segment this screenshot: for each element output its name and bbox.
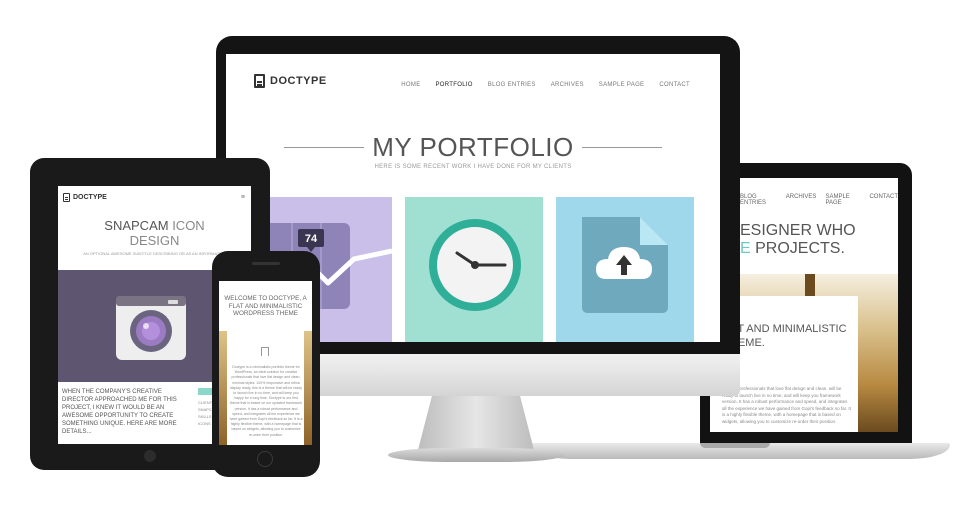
nav-archives[interactable]: ARCHIVES xyxy=(551,82,584,88)
bookmark-icon xyxy=(261,347,269,356)
tablet-title-line2: DESIGN xyxy=(129,233,180,248)
portfolio-tile-cloud[interactable] xyxy=(556,197,694,342)
tablet-body-text: WHEN THE COMPANY'S CREATIVE DIRECTOR APP… xyxy=(62,389,177,435)
responsive-devices-mockup: BLOG ENTRIES ARCHIVES SAMPLE PAGE CONTAC… xyxy=(0,0,974,511)
title-divider-right xyxy=(581,147,662,148)
chart-value-label: 74 xyxy=(305,233,318,245)
tablet-home-button[interactable] xyxy=(144,450,156,462)
portfolio-tile-clock[interactable] xyxy=(405,197,543,342)
laptop-card-text: creative professionals that love flat de… xyxy=(722,386,851,424)
phone-speaker xyxy=(252,262,280,265)
laptop-heading: ESIGNER WHO E PROJECTS. xyxy=(740,222,856,258)
tablet-logo-text: DOCTYPE xyxy=(73,194,107,201)
phone-title: WELCOME TO DOCTYPE, A FLAT AND MINIMALIS… xyxy=(224,295,307,317)
tablet-title-b: ICON xyxy=(168,218,205,233)
nav-home[interactable]: HOME xyxy=(401,82,420,88)
laptop-heading-accent: E xyxy=(740,240,751,257)
nav-blog-entries[interactable]: BLOG ENTRIES xyxy=(488,82,536,88)
page-subtitle: HERE IS SOME RECENT WORK I HAVE DONE FOR… xyxy=(374,164,572,170)
laptop-nav-contact[interactable]: CONTACT xyxy=(869,194,898,206)
phone-photo-edge-right xyxy=(304,331,312,445)
page-title: MY PORTFOLIO xyxy=(372,132,574,162)
tablet-logo[interactable]: DOCTYPE xyxy=(63,193,107,202)
phone-body-text: Doctype is a minimalistic portfolio them… xyxy=(229,365,303,437)
tablet-title-a: SNAPCAM xyxy=(104,218,169,233)
laptop-notch xyxy=(700,443,770,448)
laptop-nav-blog[interactable]: BLOG ENTRIES xyxy=(740,194,777,206)
monitor-stand-foot xyxy=(388,448,564,462)
phone-banner: WELCOME TO DOCTYPE, A FLAT AND MINIMALIS… xyxy=(219,281,312,331)
monitor-stand-neck xyxy=(418,396,534,450)
cloud-upload-icon xyxy=(582,217,668,313)
laptop-heading-line1: ESIGNER WHO xyxy=(740,222,856,239)
nav-sample-page[interactable]: SAMPLE PAGE xyxy=(599,82,645,88)
document-icon xyxy=(63,193,70,202)
laptop-card-title: ST AND MINIMALISTIC HEME. xyxy=(730,323,847,349)
laptop-nav: BLOG ENTRIES ARCHIVES SAMPLE PAGE CONTAC… xyxy=(740,194,898,206)
phone-photo-edge-left xyxy=(219,331,227,445)
phone-screen: WELCOME TO DOCTYPE, A FLAT AND MINIMALIS… xyxy=(219,281,312,445)
laptop-heading-line2: PROJECTS. xyxy=(750,240,845,257)
hamburger-icon[interactable]: ≡ xyxy=(241,194,245,201)
site-logo[interactable]: DOCTYPE xyxy=(254,74,327,88)
laptop-nav-archives[interactable]: ARCHIVES xyxy=(786,194,817,206)
nav-portfolio[interactable]: PORTFOLIO xyxy=(436,82,473,88)
main-nav: HOME PORTFOLIO BLOG ENTRIES ARCHIVES SAM… xyxy=(401,82,690,88)
site-logo-text: DOCTYPE xyxy=(270,75,327,87)
document-icon xyxy=(254,74,265,88)
page-title-row: MY PORTFOLIO xyxy=(226,132,720,163)
title-divider-left xyxy=(284,147,365,148)
laptop-nav-sample[interactable]: SAMPLE PAGE xyxy=(825,194,860,206)
clock-icon xyxy=(429,219,521,311)
phone-home-button[interactable] xyxy=(257,451,273,467)
tablet-title: SNAPCAM ICON DESIGN xyxy=(58,218,251,248)
nav-contact[interactable]: CONTACT xyxy=(659,82,690,88)
